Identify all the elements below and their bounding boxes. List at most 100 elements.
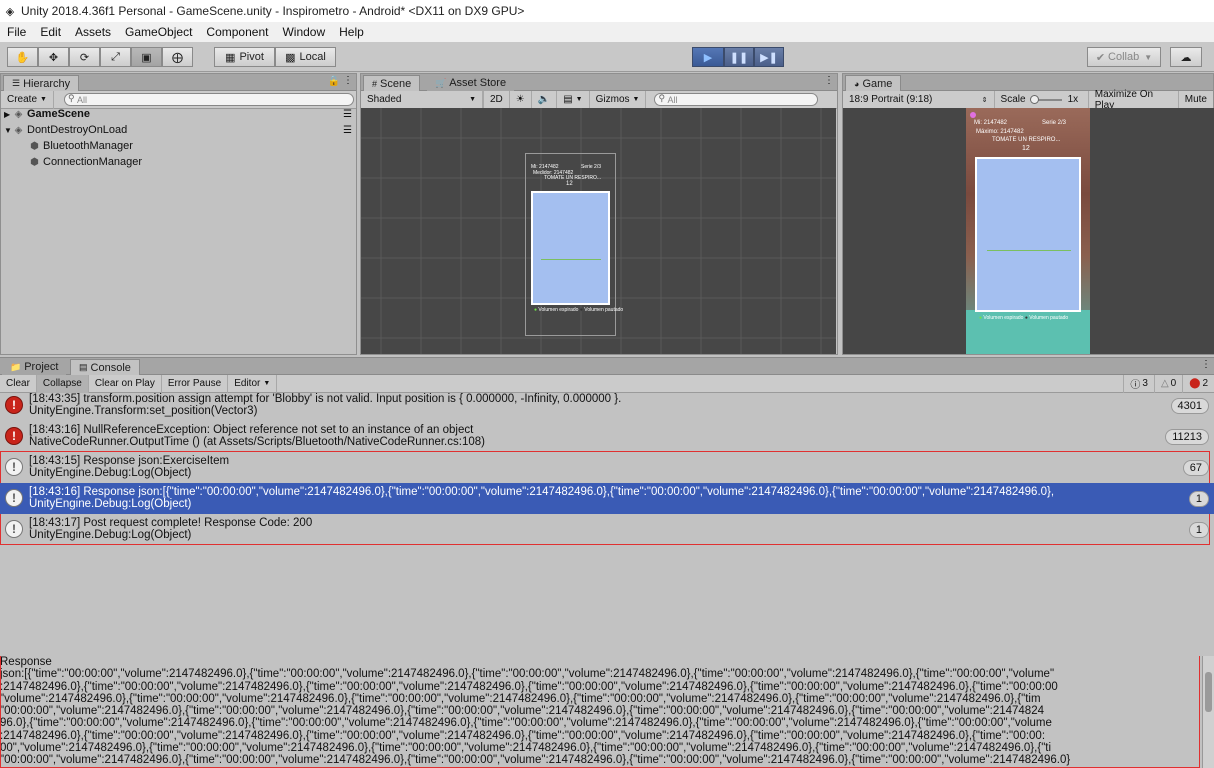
console-row-text: [18:43:15] Response json:ExerciseItem Uni…	[29, 455, 229, 479]
step-button[interactable]: ▶❚	[754, 47, 784, 67]
game-viewport[interactable]: Mi: 2147482 Serie 2/3 Máximo: 2147482 TO…	[843, 108, 1214, 354]
warning-icon: △	[1160, 378, 1169, 389]
hierarchy-item-gamescene[interactable]: ▶ ◈ GameScene ☰	[1, 106, 356, 122]
grid-icon: #	[372, 78, 378, 89]
local-toggle[interactable]: ▩ Local	[275, 47, 336, 67]
console-row-trace: UnityEngine.Debug:Log(Object)	[29, 498, 192, 510]
dot-icon: ●	[1024, 315, 1028, 321]
hud-maximo-text: Máximo: 2147482	[976, 129, 1024, 135]
console-detail-pane[interactable]: Response json:[{"time":"00:00:00","volum…	[0, 656, 1202, 768]
rect-icon: ▣	[141, 51, 152, 64]
maximize-on-play-toggle[interactable]: Maximize On Play	[1089, 89, 1179, 111]
search-placeholder: All	[76, 94, 87, 105]
menu-component[interactable]: Component	[199, 25, 275, 39]
menu-edit[interactable]: Edit	[33, 25, 68, 39]
error-count: 2	[1202, 378, 1208, 389]
menu-assets[interactable]: Assets	[68, 25, 118, 39]
preview-graph-panel	[531, 191, 610, 305]
menu-gameobject[interactable]: GameObject	[118, 25, 199, 39]
scale-slider[interactable]	[1029, 94, 1062, 104]
aspect-dropdown[interactable]: 18:9 Portrait (9:18) ⇕	[843, 90, 995, 109]
2d-toggle[interactable]: 2D	[483, 90, 510, 109]
rotate-tool-button[interactable]: ⟳	[69, 47, 100, 67]
tab-project[interactable]: 📁 Project	[2, 359, 67, 375]
window-title-bar: ◈ Unity 2018.4.36f1 Personal - GameScene…	[0, 0, 1214, 22]
unity-scene-icon: ◈	[14, 124, 23, 136]
pivot-icon: ▦	[225, 51, 236, 64]
console-row-text: [18:43:35] transform.position assign att…	[29, 393, 621, 417]
tab-project-label: Project	[24, 361, 59, 373]
hierarchy-tabstrip: ☰ Hierarchy 🔒 ⋮	[1, 74, 356, 91]
hierarchy-search-input[interactable]: All	[63, 93, 354, 106]
collab-dropdown[interactable]: ✔ Collab ▼	[1087, 47, 1161, 67]
cloud-button[interactable]: ☁	[1170, 47, 1202, 67]
info-icon: !	[5, 520, 23, 538]
menu-window[interactable]: Window	[275, 25, 332, 39]
console-row[interactable]: ! [18:43:15] Response json:ExerciseItem U…	[0, 452, 1214, 483]
tab-scene[interactable]: # Scene	[363, 75, 421, 91]
console-row-text: [18:43:17] Post request complete! Respon…	[29, 517, 312, 541]
info-icon: !	[5, 489, 23, 507]
console-log-list: ! [18:43:35] transform.position assign a…	[0, 390, 1214, 550]
panel-menu-icon[interactable]: ⋮	[343, 75, 353, 86]
hud-mi-text: Mi: 2147482	[974, 120, 1008, 126]
hierarchy-item-dontdestroyonload[interactable]: ▼ ◈ DontDestroyOnLoad ☰	[1, 122, 356, 138]
hierarchy-item-label: ConnectionManager	[43, 156, 143, 168]
hierarchy-item-connectionmanager[interactable]: ⬢ ConnectionManager	[1, 154, 356, 170]
hierarchy-item-bluetoothmanager[interactable]: ⬢ BluetoothManager	[1, 138, 356, 154]
move-tool-button[interactable]: ✥	[38, 47, 69, 67]
sun-icon: ☀	[515, 94, 525, 105]
tab-asset-store[interactable]: 🛒 Asset Store	[427, 75, 515, 91]
chevron-down-icon: ▼	[575, 96, 583, 103]
preview-legend-2: Volumen pautado	[584, 307, 624, 313]
console-icon: ▤	[79, 362, 88, 372]
tab-console[interactable]: ▤ Console	[70, 359, 140, 375]
shading-dropdown[interactable]: Shaded ▼	[361, 90, 483, 109]
play-button[interactable]: ▶	[692, 47, 724, 67]
preview-serie-text: Serie 2/3	[581, 164, 602, 170]
menu-help[interactable]: Help	[332, 25, 371, 39]
store-icon: 🛒	[435, 77, 447, 88]
expand-arrow-icon[interactable]: ▶	[1, 110, 13, 119]
effects-dropdown[interactable]: ▤ ▼	[557, 90, 590, 109]
scene-search-input[interactable]: All	[654, 93, 819, 106]
tab-asset-store-label: Asset Store	[449, 77, 507, 89]
preview-legend-1: Volumen espirado	[538, 307, 579, 313]
panel-menu-icon[interactable]: ⋮	[1201, 359, 1211, 370]
pivot-toggle[interactable]: ▦ Pivot	[214, 47, 275, 67]
chevron-down-icon: ▼	[40, 96, 47, 103]
scale-tool-button[interactable]: ⤢	[100, 47, 131, 67]
hand-tool-button[interactable]: ✋	[7, 47, 38, 67]
lock-icon[interactable]: 🔒	[328, 76, 340, 87]
console-row-selected[interactable]: ! [18:43:16] Response json:[{"time":"00:…	[0, 483, 1214, 514]
collapse-arrow-icon[interactable]: ▼	[1, 126, 13, 135]
gizmos-dropdown[interactable]: Gizmos ▼	[590, 90, 647, 109]
panel-menu-icon[interactable]: ⋮	[824, 75, 834, 86]
tab-hierarchy[interactable]: ☰ Hierarchy	[3, 75, 80, 91]
console-row-count: 1	[1188, 491, 1209, 507]
window-title: Unity 2018.4.36f1 Personal - GameScene.u…	[21, 4, 525, 18]
mute-toggle[interactable]: Mute	[1179, 91, 1213, 109]
scene-viewport[interactable]: Mi: 2147482 Serie 2/3 Medidor: 2147482 T…	[361, 108, 836, 354]
menu-file[interactable]: File	[0, 25, 33, 39]
scene-menu-icon[interactable]: ☰	[343, 109, 352, 120]
speaker-icon: 🔈	[537, 94, 551, 105]
dot-icon: ●	[979, 315, 983, 321]
console-row[interactable]: ! [18:43:17] Post request complete! Resp…	[0, 514, 1214, 545]
tab-game[interactable]: ◕ Game	[845, 75, 902, 91]
scene-menu-icon[interactable]: ☰	[343, 125, 352, 136]
audio-toggle[interactable]: 🔈	[532, 90, 558, 109]
rect-tool-button[interactable]: ▣	[131, 47, 162, 67]
hud-serie-text: Serie 2/3	[1042, 120, 1067, 126]
console-row[interactable]: ! [18:43:35] transform.position assign a…	[0, 390, 1214, 421]
detail-scrollbar[interactable]	[1202, 656, 1214, 768]
transform-tool-button[interactable]: ⨁	[162, 47, 193, 67]
gameobject-cube-icon: ⬢	[30, 156, 39, 168]
console-row[interactable]: ! [18:43:16] NullReferenceException: Obj…	[0, 421, 1214, 452]
slider-thumb[interactable]	[1029, 94, 1039, 104]
tab-scene-label: Scene	[380, 77, 412, 90]
scrollbar-thumb[interactable]	[1205, 672, 1212, 712]
lighting-toggle[interactable]: ☀	[510, 90, 532, 109]
pause-button[interactable]: ❚❚	[724, 47, 754, 67]
search-placeholder: All	[667, 94, 678, 105]
